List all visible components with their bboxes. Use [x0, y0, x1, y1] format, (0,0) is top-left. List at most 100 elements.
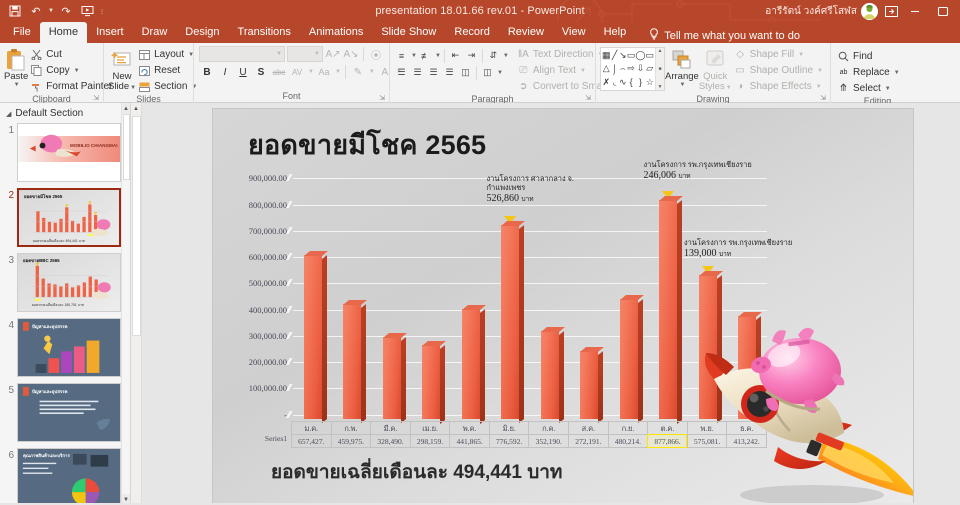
shape-textbox-icon[interactable]: ▦: [602, 50, 611, 61]
slide-thumbnail-5[interactable]: ปัญหาและอุปสรรค: [17, 383, 121, 442]
tab-record[interactable]: Record: [445, 22, 498, 43]
italic-button[interactable]: I: [217, 64, 233, 80]
increase-font-size-icon[interactable]: A↗: [325, 46, 341, 62]
value-cell[interactable]: 298,159.: [409, 434, 450, 448]
tab-transitions[interactable]: Transitions: [229, 22, 300, 43]
value-cell[interactable]: 480,214.: [607, 434, 648, 448]
shape-elbow2-icon[interactable]: ⌢: [620, 63, 626, 74]
bar-jul[interactable]: [540, 327, 565, 423]
copy-caret-icon[interactable]: ▼: [74, 68, 80, 74]
thumbnail-item[interactable]: 3 ยอดขายBBC 2565 ยอดขายเฉลี่ยเดือนละ 180…: [0, 253, 130, 318]
shapes-gallery[interactable]: ▦ ╱ ↘ ▭ ◯ ▭ △ ⌡ ⌢ ⇨ ⇩ ▱ ✗ ◟ ∿ {} ☆ ▲ ■ …: [600, 47, 666, 91]
slide-thumbnail-2[interactable]: ยอดขายมีโชค 2565 ยอดขายเฉลี่ยเดือนละ 494…: [17, 188, 121, 247]
shape-effects-button[interactable]: ◑ Shape Effects ▼: [732, 79, 826, 94]
tab-home[interactable]: Home: [39, 22, 88, 43]
value-cell[interactable]: 776,592.: [488, 434, 529, 448]
bar-may[interactable]: [461, 304, 486, 423]
shape-rounded-rect-icon[interactable]: ▭: [646, 50, 655, 61]
save-icon[interactable]: [5, 2, 25, 21]
shadow-button[interactable]: S: [253, 64, 269, 80]
arrange-caret-icon[interactable]: ▼: [679, 82, 685, 88]
thumbnail-item[interactable]: 1 MOBILIO CHIANGMAI: [0, 123, 130, 188]
bar-oct[interactable]: [659, 190, 684, 423]
slide-thumbnail-4[interactable]: ปัญหาและอุปสรรค: [17, 318, 121, 377]
redo-icon[interactable]: ↷: [56, 2, 76, 21]
value-cell[interactable]: 352,190.: [528, 434, 569, 448]
shape-curve-icon[interactable]: ∿: [619, 77, 627, 88]
bullets-caret-icon[interactable]: ▼: [411, 53, 417, 59]
shape-outline-button[interactable]: ▭ Shape Outline ▼: [732, 63, 826, 78]
section-button[interactable]: Section ▼: [136, 79, 200, 94]
value-cell-highlighted[interactable]: 877,866.: [647, 434, 687, 448]
find-button[interactable]: Find: [835, 49, 903, 64]
paste-button[interactable]: Paste ▼: [4, 46, 28, 88]
highlight-caret-icon[interactable]: ▼: [369, 69, 375, 75]
shape-triangle-icon[interactable]: △: [603, 63, 610, 74]
account-info[interactable]: อารีรัตน์ วงค์ศรีโสฬส: [765, 2, 878, 20]
ribbon-display-options-icon[interactable]: [880, 1, 902, 21]
clear-formatting-icon[interactable]: ⦿: [368, 46, 384, 62]
shape-line-icon[interactable]: ╱: [612, 50, 617, 61]
scroll-thumb[interactable]: [123, 114, 130, 180]
align-right-icon[interactable]: ☰: [426, 65, 441, 80]
shape-star-icon[interactable]: ☆: [646, 77, 654, 88]
chart-data-table[interactable]: ม.ค. ก.พ. มี.ค. เม.ย. พ.ค. มิ.ย. ก.ค. ส.…: [247, 421, 767, 448]
shape-down-arrow-icon[interactable]: ⇩: [637, 63, 645, 74]
value-cell[interactable]: 441,865.: [449, 434, 489, 448]
shapes-scroll-down-icon[interactable]: ▼: [658, 84, 663, 90]
slide-editing-area[interactable]: ▲ ยอดขายมีโชค 2565 900,000.00 800,000.00…: [131, 103, 960, 505]
current-slide[interactable]: ยอดขายมีโชค 2565 900,000.00 800,000.00 7…: [213, 109, 913, 503]
reset-button[interactable]: Reset: [136, 63, 200, 78]
bar-sep[interactable]: [619, 295, 644, 423]
justify-icon[interactable]: ☰: [442, 65, 457, 80]
section-collapse-icon[interactable]: ◢: [6, 110, 11, 118]
text-highlight-color-icon[interactable]: ✎: [350, 64, 366, 80]
bullets-icon[interactable]: ≡: [394, 48, 409, 63]
change-case-caret-icon[interactable]: ▼: [335, 69, 341, 75]
replace-caret-icon[interactable]: ▼: [894, 70, 900, 76]
tab-file[interactable]: File: [4, 22, 40, 43]
piggy-bank-rocket-image[interactable]: [704, 319, 913, 503]
tab-draw[interactable]: Draw: [133, 22, 177, 43]
align-left-icon[interactable]: ☰: [394, 65, 409, 80]
thumbnail-item[interactable]: 5 ปัญหาและอุปสรรค: [0, 383, 130, 448]
drawing-launcher-icon[interactable]: ⇲: [820, 94, 826, 102]
text-columns-caret-icon[interactable]: ▼: [497, 70, 503, 76]
thumbnail-item[interactable]: 6 คุณภาพสินค้าและบริการ: [0, 448, 130, 505]
tab-insert[interactable]: Insert: [87, 22, 133, 43]
tell-me-search[interactable]: Tell me what you want to do: [649, 28, 800, 43]
line-spacing-caret-icon[interactable]: ▼: [503, 53, 509, 59]
thumbnail-panel-scrollbar[interactable]: ▲ ▼: [121, 103, 130, 505]
shapes-scroll-up-icon[interactable]: ▲: [658, 48, 663, 54]
shape-right-arrow-icon[interactable]: ⇨: [627, 63, 635, 74]
decrease-font-size-icon[interactable]: A↘: [343, 46, 359, 62]
align-text-caret-icon[interactable]: ▼: [580, 68, 586, 74]
minimize-icon[interactable]: [904, 1, 926, 21]
select-caret-icon[interactable]: ▼: [885, 86, 891, 92]
slide-thumbnail-1[interactable]: MOBILIO CHIANGMAI: [17, 123, 121, 182]
thumbnail-item[interactable]: 2 ยอดขายมีโชค 2565 ยอดขายเฉลี่ยเดือนละ 4…: [0, 188, 130, 253]
bar-jun[interactable]: [501, 216, 526, 423]
shapes-scrollbar[interactable]: ▲ ■ ▼: [655, 48, 665, 90]
arrange-button[interactable]: Arrange ▼: [665, 46, 699, 88]
paragraph-launcher-icon[interactable]: ⇲: [585, 94, 591, 102]
value-cell[interactable]: 328,490.: [370, 434, 410, 448]
chart-plot-area[interactable]: 900,000.00 800,000.00 700,000.00 600,000…: [227, 161, 792, 423]
tab-animations[interactable]: Animations: [300, 22, 372, 43]
section-header[interactable]: ◢ Default Section: [0, 103, 130, 123]
document-scrollbar[interactable]: ▲: [131, 103, 142, 505]
avatar[interactable]: [861, 2, 878, 20]
font-name-input[interactable]: ▼: [199, 46, 285, 62]
tab-help[interactable]: Help: [595, 22, 636, 43]
slide-thumbnail-3[interactable]: ยอดขายBBC 2565 ยอดขายเฉลี่ยเดือนละ 180,7…: [17, 253, 121, 312]
paste-caret-icon[interactable]: ▼: [14, 82, 20, 88]
change-case-icon[interactable]: Aa: [316, 64, 332, 80]
shape-fill-caret-icon[interactable]: ▼: [798, 52, 804, 58]
shape-left-brace-icon[interactable]: {: [630, 77, 633, 87]
thumbnail-item[interactable]: 4 ปัญหาและอุปสรรค: [0, 318, 130, 383]
increase-indent-icon[interactable]: ⇥: [464, 48, 479, 63]
shape-outline-caret-icon[interactable]: ▼: [817, 68, 823, 74]
shapes-scroll-thumb[interactable]: ■: [659, 66, 662, 72]
slide-thumbnail-6[interactable]: คุณภาพสินค้าและบริการ: [17, 448, 121, 505]
columns-icon[interactable]: ◫: [458, 65, 473, 80]
